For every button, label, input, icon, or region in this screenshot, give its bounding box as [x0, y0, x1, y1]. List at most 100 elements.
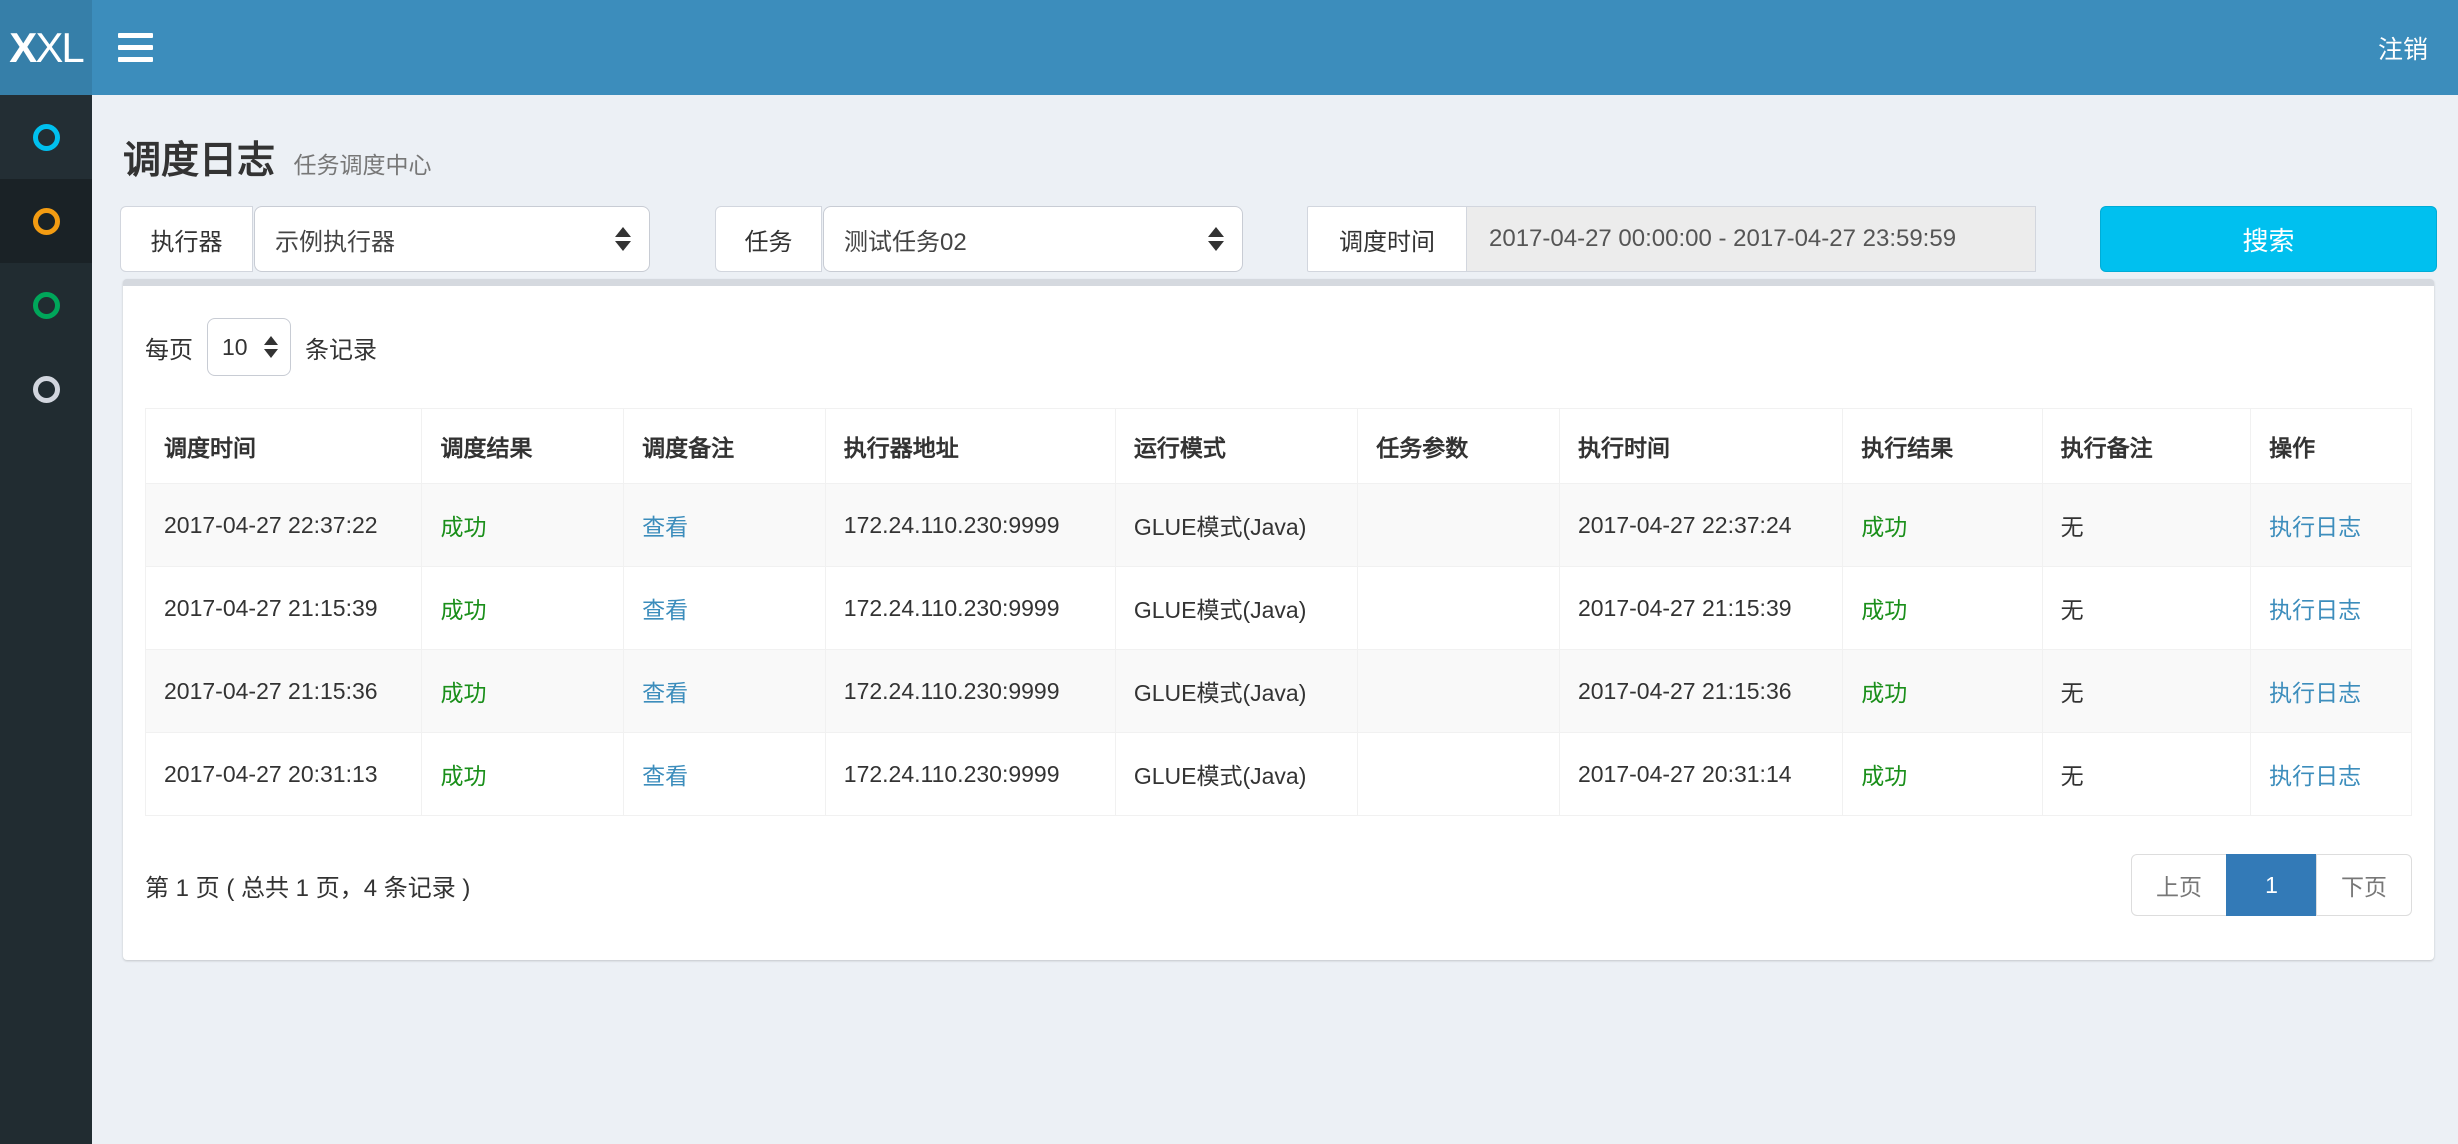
page-length-control: 每页 10 条记录 [145, 318, 2412, 376]
logout-link[interactable]: 注销 [2348, 0, 2458, 95]
cell-trigger-time: 2017-04-27 21:15:36 [146, 650, 422, 733]
cell-handle-time: 2017-04-27 21:15:39 [1559, 567, 1842, 650]
log-table-panel: 每页 10 条记录 调度时间 调度结果 调度备注 执行器地址 运行模式 任务参数… [123, 279, 2434, 960]
table-row: 2017-04-27 22:37:22 成功 查看 172.24.110.230… [146, 484, 2412, 567]
col-header-trigger-result: 调度结果 [422, 409, 624, 484]
circle-o-icon [33, 124, 60, 151]
trigger-msg-link[interactable]: 查看 [642, 514, 688, 540]
sidebar [0, 95, 92, 1144]
executor-filter-label: 执行器 [120, 206, 253, 272]
cell-glue-type: GLUE模式(Java) [1115, 650, 1357, 733]
cell-job-param [1358, 733, 1560, 816]
sidebar-toggle-button[interactable] [92, 0, 182, 95]
page-length-value: 10 [222, 334, 248, 361]
cell-glue-type: GLUE模式(Java) [1115, 567, 1357, 650]
cell-trigger-result: 成功 [422, 733, 624, 816]
cell-handle-msg: 无 [2042, 733, 2250, 816]
cell-handle-result: 成功 [1843, 567, 2042, 650]
cell-trigger-result: 成功 [422, 484, 624, 567]
hamburger-icon [118, 33, 153, 62]
sidebar-item-4[interactable] [0, 347, 92, 431]
select-updown-icon [1208, 227, 1224, 251]
filter-toolbar: 执行器 示例执行器 任务 测试任务02 调度时间 搜索 [120, 206, 2437, 272]
trigger-msg-link[interactable]: 查看 [642, 763, 688, 789]
col-header-executor-address: 执行器地址 [825, 409, 1115, 484]
cell-executor-address: 172.24.110.230:9999 [825, 484, 1115, 567]
cell-job-param [1358, 567, 1560, 650]
job-select[interactable]: 测试任务02 [823, 206, 1243, 272]
cell-glue-type: GLUE模式(Java) [1115, 733, 1357, 816]
schedule-log-table: 调度时间 调度结果 调度备注 执行器地址 运行模式 任务参数 执行时间 执行结果… [145, 408, 2412, 816]
circle-o-icon [33, 292, 60, 319]
exec-log-link[interactable]: 执行日志 [2269, 763, 2361, 789]
cell-executor-address: 172.24.110.230:9999 [825, 733, 1115, 816]
sidebar-item-2-active[interactable] [0, 179, 92, 263]
cell-job-param [1358, 484, 1560, 567]
trigger-time-range-input[interactable] [1467, 206, 2036, 272]
col-header-trigger-msg: 调度备注 [624, 409, 826, 484]
cell-handle-result: 成功 [1843, 484, 2042, 567]
table-row: 2017-04-27 20:31:13 成功 查看 172.24.110.230… [146, 733, 2412, 816]
job-filter-group: 任务 测试任务02 [715, 206, 1243, 272]
job-select-value: 测试任务02 [844, 222, 967, 257]
logo-text-rest: XL [35, 24, 82, 72]
cell-trigger-result: 成功 [422, 567, 624, 650]
cell-handle-msg: 无 [2042, 567, 2250, 650]
select-updown-icon [615, 227, 631, 251]
cell-job-param [1358, 650, 1560, 733]
select-updown-icon [264, 336, 278, 358]
page-length-suffix: 条记录 [305, 330, 377, 365]
pagination-next-button[interactable]: 下页 [2316, 854, 2412, 916]
col-header-handle-msg: 执行备注 [2042, 409, 2250, 484]
page-length-prefix: 每页 [145, 330, 193, 365]
col-header-job-param: 任务参数 [1358, 409, 1560, 484]
table-row: 2017-04-27 21:15:36 成功 查看 172.24.110.230… [146, 650, 2412, 733]
col-header-glue-type: 运行模式 [1115, 409, 1357, 484]
circle-o-icon [33, 208, 60, 235]
col-header-handle-time: 执行时间 [1559, 409, 1842, 484]
cell-trigger-time: 2017-04-27 21:15:39 [146, 567, 422, 650]
cell-handle-result: 成功 [1843, 650, 2042, 733]
col-header-action: 操作 [2251, 409, 2412, 484]
table-footer: 第 1 页 ( 总共 1 页，4 条记录 ) 上页 1 下页 [145, 854, 2412, 916]
pagination-page-1-button[interactable]: 1 [2226, 854, 2317, 916]
navbar-spacer [182, 0, 2348, 95]
main-content: 调度日志 任务调度中心 执行器 示例执行器 任务 测试任务02 调度时间 搜索 [92, 95, 2458, 1144]
circle-o-icon [33, 376, 60, 403]
cell-handle-time: 2017-04-27 20:31:14 [1559, 733, 1842, 816]
app-logo[interactable]: XXL [0, 0, 92, 95]
page-title: 调度日志 [123, 140, 275, 182]
pagination-prev-button[interactable]: 上页 [2131, 854, 2227, 916]
col-header-trigger-time: 调度时间 [146, 409, 422, 484]
pagination-control: 上页 1 下页 [2131, 854, 2412, 916]
table-row: 2017-04-27 21:15:39 成功 查看 172.24.110.230… [146, 567, 2412, 650]
cell-trigger-time: 2017-04-27 20:31:13 [146, 733, 422, 816]
cell-glue-type: GLUE模式(Java) [1115, 484, 1357, 567]
cell-handle-msg: 无 [2042, 484, 2250, 567]
exec-log-link[interactable]: 执行日志 [2269, 680, 2361, 706]
exec-log-link[interactable]: 执行日志 [2269, 514, 2361, 540]
cell-executor-address: 172.24.110.230:9999 [825, 567, 1115, 650]
search-button[interactable]: 搜索 [2100, 206, 2437, 272]
pagination-info: 第 1 页 ( 总共 1 页，4 条记录 ) [145, 868, 2131, 903]
executor-select[interactable]: 示例执行器 [254, 206, 650, 272]
cell-executor-address: 172.24.110.230:9999 [825, 650, 1115, 733]
cell-trigger-result: 成功 [422, 650, 624, 733]
trigger-time-filter-group: 调度时间 [1307, 206, 2036, 272]
executor-filter-group: 执行器 示例执行器 [120, 206, 650, 272]
page-length-select[interactable]: 10 [207, 318, 291, 376]
trigger-time-filter-label: 调度时间 [1307, 206, 1467, 272]
cell-trigger-time: 2017-04-27 22:37:22 [146, 484, 422, 567]
page-subtitle: 任务调度中心 [293, 152, 431, 178]
table-header-row: 调度时间 调度结果 调度备注 执行器地址 运行模式 任务参数 执行时间 执行结果… [146, 409, 2412, 484]
sidebar-item-3[interactable] [0, 263, 92, 347]
sidebar-item-1[interactable] [0, 95, 92, 179]
col-header-handle-result: 执行结果 [1843, 409, 2042, 484]
cell-handle-msg: 无 [2042, 650, 2250, 733]
cell-handle-result: 成功 [1843, 733, 2042, 816]
trigger-msg-link[interactable]: 查看 [642, 597, 688, 623]
trigger-msg-link[interactable]: 查看 [642, 680, 688, 706]
exec-log-link[interactable]: 执行日志 [2269, 597, 2361, 623]
executor-select-value: 示例执行器 [275, 222, 395, 257]
content-header: 调度日志 任务调度中心 [92, 95, 2458, 206]
